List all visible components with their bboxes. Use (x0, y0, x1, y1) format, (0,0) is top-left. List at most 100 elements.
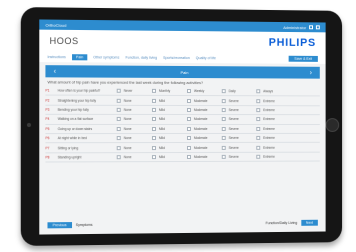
answer-option[interactable]: Extreme (256, 136, 281, 141)
radio-box[interactable] (221, 89, 226, 94)
answer-option[interactable]: Mild (151, 107, 178, 112)
radio-box[interactable] (151, 89, 156, 94)
answer-option[interactable]: Extreme (256, 117, 281, 121)
answer-option[interactable]: Moderate (186, 107, 213, 112)
tab-function[interactable]: Function, daily living (125, 56, 157, 60)
tab-sports[interactable]: Sports/recreation (163, 56, 190, 60)
radio-box[interactable] (151, 98, 156, 103)
tab-bar: Instructions Pain Other symptoms Functio… (39, 51, 326, 64)
answer-option[interactable]: Moderate (186, 126, 213, 131)
radio-box[interactable] (186, 117, 191, 122)
radio-box[interactable] (186, 154, 191, 159)
option-label: Severe (228, 145, 239, 150)
radio-box[interactable] (186, 126, 191, 131)
answer-option[interactable]: None (116, 155, 143, 160)
answer-option[interactable]: Mild (151, 136, 178, 141)
radio-box[interactable] (221, 117, 226, 122)
radio-box[interactable] (151, 117, 156, 122)
radio-box[interactable] (221, 126, 226, 131)
answer-option[interactable]: Severe (221, 117, 248, 122)
answer-option[interactable]: Extreme (256, 155, 281, 159)
answer-option[interactable]: Daily (221, 89, 248, 94)
answer-option[interactable]: Mild (151, 98, 178, 103)
tab-quality-of-life[interactable]: Quality of life (196, 56, 216, 60)
answer-option[interactable]: None (116, 126, 143, 131)
answer-option[interactable]: None (116, 145, 143, 150)
radio-box[interactable] (116, 117, 121, 122)
user-name[interactable]: Administrator (283, 25, 306, 30)
radio-box[interactable] (151, 145, 156, 150)
answer-option[interactable]: None (116, 117, 143, 122)
answer-option[interactable]: Extreme (256, 145, 281, 150)
radio-box[interactable] (116, 136, 121, 141)
answer-option[interactable]: Severe (221, 126, 248, 131)
tab-pain[interactable]: Pain (71, 54, 88, 61)
radio-box[interactable] (151, 136, 156, 141)
answer-option[interactable]: Extreme (256, 98, 281, 103)
answer-option[interactable]: Never (116, 88, 143, 93)
answer-option[interactable]: Mild (151, 126, 178, 131)
answer-option[interactable]: None (116, 98, 143, 103)
answer-option[interactable]: Moderate (186, 136, 213, 141)
radio-box[interactable] (221, 98, 226, 103)
question-list: P1 How often is your hip painful? Never Mon… (39, 86, 325, 163)
answer-option[interactable]: Moderate (186, 117, 213, 122)
radio-box[interactable] (116, 126, 121, 131)
answer-option[interactable]: Severe (221, 98, 248, 103)
option-label: Severe (228, 136, 239, 141)
question-row: P3 Bending your hip fully None Mild Moderate… (45, 105, 320, 116)
answer-option[interactable]: Severe (221, 108, 248, 113)
save-exit-button[interactable]: Save & Exit (288, 55, 318, 62)
answer-option[interactable]: Extreme (256, 127, 281, 131)
answer-option[interactable]: Monthly (151, 89, 178, 94)
radio-box[interactable] (221, 154, 226, 159)
radio-box[interactable] (256, 126, 261, 131)
next-button[interactable]: Next (301, 219, 318, 226)
answer-option[interactable]: Moderate (186, 98, 213, 103)
answer-option[interactable]: Moderate (186, 154, 213, 159)
answer-option[interactable]: Always (256, 89, 281, 93)
tab-instructions[interactable]: Instructions (47, 55, 65, 59)
radio-box[interactable] (116, 155, 121, 160)
settings-icon[interactable] (309, 25, 313, 30)
radio-box[interactable] (221, 108, 226, 113)
answer-option[interactable]: Mild (151, 117, 178, 122)
answer-option[interactable]: None (116, 107, 143, 112)
answer-option[interactable]: Extreme (256, 108, 281, 112)
radio-box[interactable] (256, 108, 261, 113)
radio-box[interactable] (256, 136, 261, 141)
answer-option[interactable]: Mild (151, 155, 178, 160)
radio-box[interactable] (116, 98, 121, 103)
answer-option[interactable]: Severe (221, 154, 248, 159)
answer-option[interactable]: Mild (151, 145, 178, 150)
radio-box[interactable] (256, 117, 261, 122)
radio-box[interactable] (221, 145, 226, 150)
radio-box[interactable] (256, 89, 261, 94)
home-button[interactable] (325, 118, 340, 132)
chevron-right-icon[interactable]: › (310, 69, 312, 76)
answer-option[interactable]: Severe (221, 136, 248, 141)
chevron-left-icon[interactable]: ‹ (54, 68, 56, 75)
radio-box[interactable] (116, 107, 121, 112)
tab-other-symptoms[interactable]: Other symptoms (93, 55, 119, 59)
radio-box[interactable] (221, 136, 226, 141)
radio-box[interactable] (186, 98, 191, 103)
radio-box[interactable] (151, 155, 156, 160)
radio-box[interactable] (186, 89, 191, 94)
radio-box[interactable] (256, 154, 261, 159)
radio-box[interactable] (186, 136, 191, 141)
radio-box[interactable] (186, 145, 191, 150)
answer-option[interactable]: Weekly (186, 89, 213, 94)
radio-box[interactable] (151, 107, 156, 112)
previous-button[interactable]: Previous (47, 222, 72, 229)
radio-box[interactable] (116, 88, 121, 93)
answer-option[interactable]: None (116, 136, 143, 141)
radio-box[interactable] (186, 107, 191, 112)
radio-box[interactable] (256, 98, 261, 103)
radio-box[interactable] (116, 145, 121, 150)
answer-option[interactable]: Moderate (186, 145, 213, 150)
radio-box[interactable] (256, 145, 261, 150)
radio-box[interactable] (151, 126, 156, 131)
answer-option[interactable]: Severe (221, 145, 248, 150)
logout-icon[interactable] (315, 25, 320, 30)
